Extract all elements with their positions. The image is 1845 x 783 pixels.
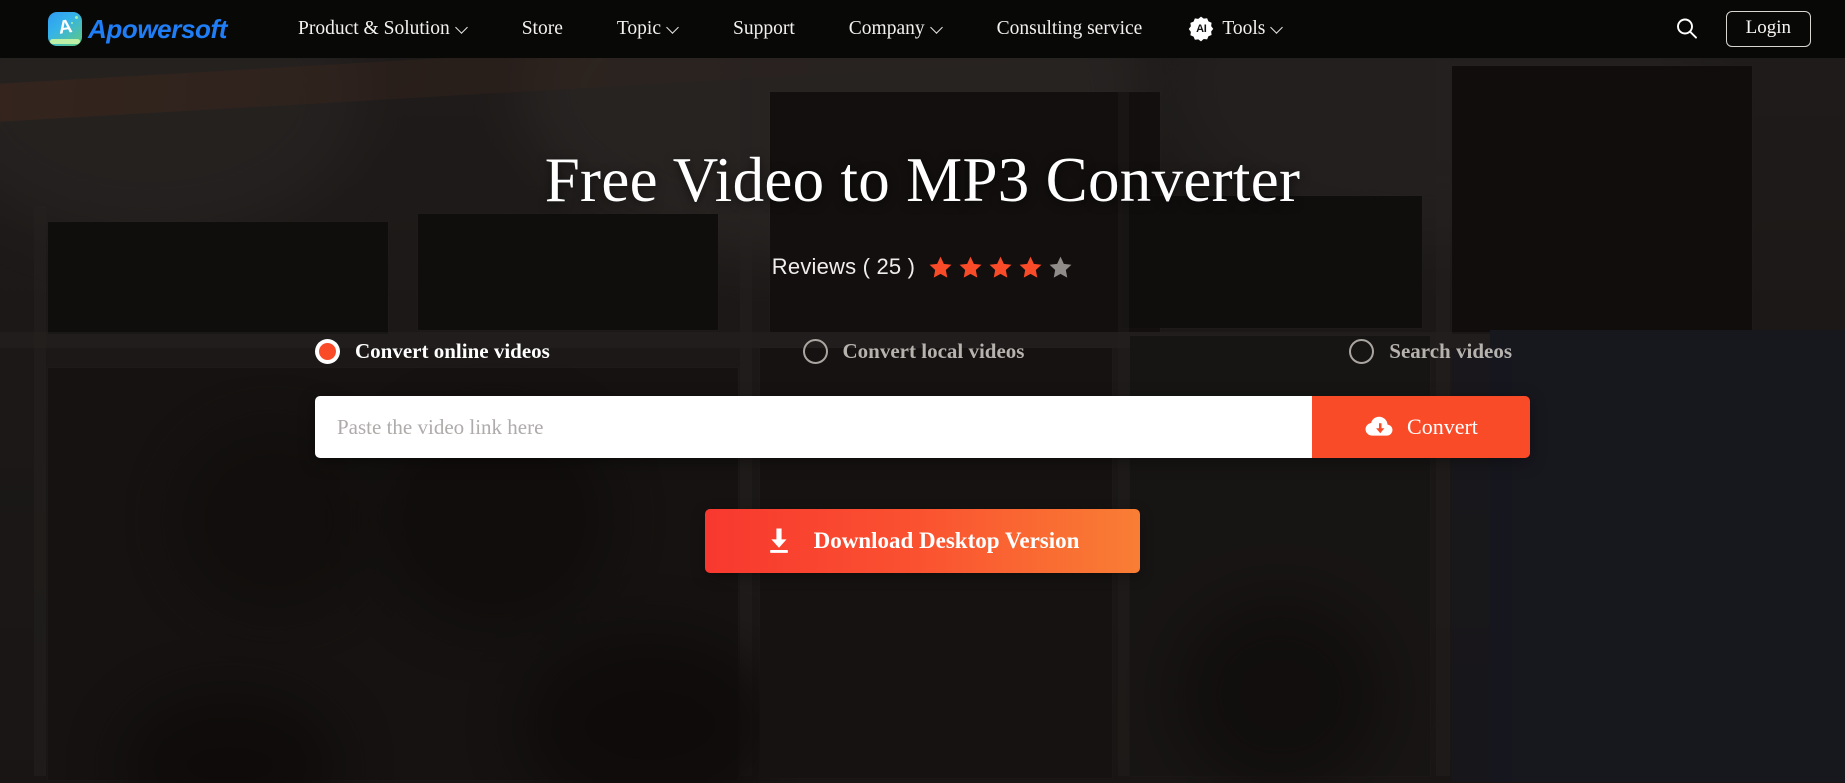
page-title: Free Video to MP3 Converter bbox=[544, 145, 1301, 215]
nav-label: Tools bbox=[1222, 18, 1266, 39]
option-search-videos[interactable]: Search videos bbox=[1113, 339, 1530, 364]
convert-button-label: Convert bbox=[1407, 414, 1478, 439]
nav-item-store[interactable]: Store bbox=[495, 0, 590, 58]
nav-label: Topic bbox=[616, 18, 661, 39]
option-label: Search videos bbox=[1389, 339, 1512, 363]
chevron-down-icon bbox=[932, 22, 943, 33]
star-filled-icon bbox=[989, 256, 1012, 278]
video-link-bar: Convert bbox=[315, 396, 1530, 458]
conversion-mode-options: Convert online videos Convert local vide… bbox=[315, 339, 1530, 364]
star-filled-icon bbox=[959, 256, 982, 278]
star-filled-icon bbox=[1019, 256, 1042, 278]
rating-stars bbox=[928, 255, 1073, 280]
download-button-label: Download Desktop Version bbox=[813, 528, 1080, 553]
nav-item-consulting-service[interactable]: Consulting service bbox=[970, 0, 1170, 58]
reviews-label: Reviews ( 25 ) bbox=[771, 254, 916, 279]
option-convert-online-videos[interactable]: Convert online videos bbox=[315, 339, 714, 364]
nav-item-topic[interactable]: Topic bbox=[590, 0, 706, 58]
nav-label: Support bbox=[733, 18, 795, 39]
nav-label: Store bbox=[521, 18, 563, 39]
radio-unselected-icon[interactable] bbox=[1349, 339, 1375, 364]
chevron-down-icon bbox=[668, 22, 679, 33]
download-arrow-icon bbox=[769, 528, 788, 553]
star-filled-icon bbox=[929, 256, 952, 278]
nav-label: Product & Solution bbox=[298, 18, 450, 39]
radio-unselected-icon[interactable] bbox=[802, 339, 828, 364]
ai-badge-text: AI bbox=[1196, 23, 1207, 35]
chevron-down-icon bbox=[1272, 22, 1283, 33]
nav-item-product-solution[interactable]: Product & Solution bbox=[271, 0, 495, 58]
video-link-input[interactable] bbox=[315, 396, 1312, 458]
logo[interactable]: A Apowersoft bbox=[48, 12, 227, 46]
chevron-down-icon bbox=[457, 22, 468, 33]
option-convert-local-videos[interactable]: Convert local videos bbox=[714, 339, 1113, 364]
logo-text: Apowersoft bbox=[88, 13, 228, 44]
reviews-block: Reviews ( 25 ) bbox=[772, 254, 1073, 280]
site-header: A Apowersoft Product & Solution Store To… bbox=[0, 0, 1845, 58]
option-label: Convert local videos bbox=[842, 339, 1025, 363]
hero-section: Free Video to MP3 Converter Reviews ( 25… bbox=[0, 58, 1845, 783]
ai-gear-icon: AI bbox=[1187, 15, 1215, 43]
download-desktop-version-button[interactable]: Download Desktop Version bbox=[705, 509, 1140, 573]
option-label: Convert online videos bbox=[355, 339, 550, 363]
nav-item-support[interactable]: Support bbox=[706, 0, 822, 58]
apowersoft-logo-icon: A bbox=[48, 12, 82, 46]
search-icon[interactable] bbox=[1672, 14, 1702, 44]
nav-item-tools[interactable]: AI Tools bbox=[1169, 0, 1310, 58]
login-button[interactable]: Login bbox=[1725, 11, 1811, 47]
header-actions: Login bbox=[1672, 11, 1811, 47]
main-navigation: Product & Solution Store Topic Support C… bbox=[271, 0, 1672, 58]
nav-label: Consulting service bbox=[996, 18, 1143, 39]
nav-label: Company bbox=[848, 18, 925, 39]
star-empty-icon bbox=[1049, 256, 1072, 278]
radio-selected-icon[interactable] bbox=[315, 339, 340, 364]
nav-item-company[interactable]: Company bbox=[822, 0, 970, 58]
convert-button[interactable]: Convert bbox=[1312, 396, 1530, 458]
page-root: A Apowersoft Product & Solution Store To… bbox=[0, 0, 1845, 783]
cloud-download-icon bbox=[1365, 416, 1393, 436]
